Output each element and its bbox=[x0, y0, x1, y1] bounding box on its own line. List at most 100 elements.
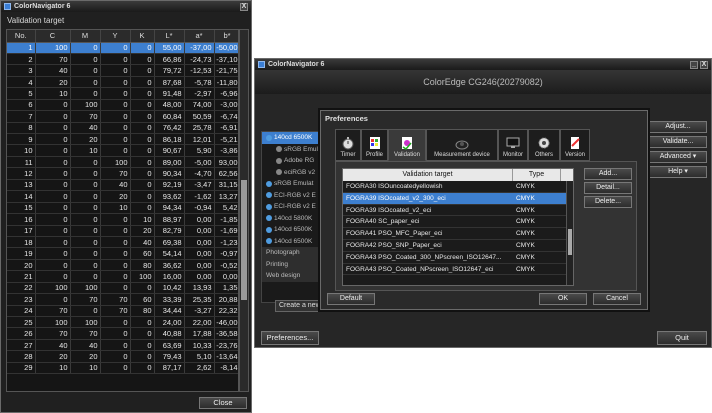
table-row[interactable]: 13 0 0 40 0 92,19 -3,47 31,15 bbox=[7, 179, 238, 192]
column-header[interactable]: M bbox=[70, 30, 101, 43]
column-header[interactable]: L* bbox=[154, 30, 185, 43]
table-row[interactable]: 19 0 0 0 60 54,14 0,00 -0,97 bbox=[7, 247, 238, 260]
close-icon[interactable]: X bbox=[240, 2, 248, 11]
table-cell: 94,34 bbox=[154, 202, 185, 215]
column-header[interactable]: a* bbox=[184, 30, 215, 43]
table-row[interactable]: 11 0 0 100 0 89,00 -5,00 93,00 bbox=[7, 156, 238, 169]
table-row[interactable]: 23 0 70 70 60 33,39 25,35 20,88 bbox=[7, 293, 238, 306]
column-header[interactable]: K bbox=[130, 30, 155, 43]
profile-list-item[interactable]: Printing bbox=[262, 258, 320, 270]
detail-button[interactable]: Detail... bbox=[584, 182, 632, 194]
table-row[interactable]: FOGRA41 PSO_MFC_Paper_eci CMYK bbox=[343, 228, 573, 240]
profile-list-item[interactable]: ECI-RGB v2 E bbox=[262, 190, 320, 202]
column-header-target[interactable]: Validation target bbox=[343, 169, 513, 181]
scrollbar-thumb[interactable] bbox=[568, 229, 572, 255]
quit-button[interactable]: Quit bbox=[657, 331, 707, 345]
table-row[interactable]: 21 0 0 0 100 16,00 0,00 0,00 bbox=[7, 270, 238, 283]
profile-list-item[interactable]: 140cd 6500K bbox=[262, 132, 320, 144]
column-header[interactable]: C bbox=[35, 30, 71, 43]
table-row[interactable]: 5 10 0 0 0 91,48 -2,97 -6,96 bbox=[7, 87, 238, 100]
scrollbar-thumb[interactable] bbox=[241, 180, 247, 300]
advanced-button[interactable]: Advanced ▾ bbox=[649, 151, 707, 163]
table-row[interactable]: 15 0 0 10 0 94,34 -0,94 5,42 bbox=[7, 202, 238, 215]
table-row[interactable]: 6 0 100 0 0 48,00 74,00 -3,00 bbox=[7, 99, 238, 112]
close-icon[interactable]: X bbox=[700, 60, 708, 69]
default-button[interactable]: Default bbox=[327, 293, 375, 305]
profile-list-item[interactable]: 140cd 6500K bbox=[262, 224, 320, 236]
table-cell: 0,00 bbox=[184, 247, 215, 260]
table-row[interactable]: 18 0 0 0 40 69,38 0,00 -1,23 bbox=[7, 236, 238, 249]
table-cell: 0,00 bbox=[184, 270, 215, 283]
tab-monitor[interactable]: Monitor bbox=[498, 129, 528, 161]
table-row[interactable]: 12 0 0 70 0 90,34 -4,70 62,56 bbox=[7, 167, 238, 180]
table-row[interactable]: 17 0 0 0 20 82,79 0,00 -1,69 bbox=[7, 225, 238, 237]
profile-list[interactable]: 140cd 6500K sRGB Emul Adobe RG eciRGB v2 sRG… bbox=[261, 131, 321, 303]
tab-others[interactable]: Others bbox=[528, 129, 560, 161]
table-row[interactable]: FOGRA40 SC_paper_eci CMYK bbox=[343, 216, 573, 229]
profile-list-item[interactable]: 140cd 6500K bbox=[262, 236, 320, 248]
table-cell: 6 bbox=[7, 99, 36, 112]
table-row[interactable]: FOGRA43 PSO_Coated_300_NPscreen_ISO12647… bbox=[343, 252, 573, 264]
table-row[interactable]: 10 0 10 0 0 90,67 5,90 -3,86 bbox=[7, 144, 238, 157]
table-row[interactable]: 7 0 70 0 0 60,84 50,59 -6,74 bbox=[7, 110, 238, 123]
create-new-button[interactable]: Create a new bbox=[275, 300, 325, 312]
table-row[interactable]: 1 100 0 0 0 55,00 -37,00 -50,00 bbox=[7, 42, 238, 54]
table-row[interactable]: FOGRA39 ISOcoated_v2_300_eci CMYK bbox=[343, 192, 573, 205]
profile-list-item[interactable]: Photograph bbox=[262, 247, 320, 259]
delete-button[interactable]: Delete... bbox=[584, 196, 632, 208]
main-window-titlebar[interactable]: ColorNavigator 6 _ X bbox=[255, 59, 711, 70]
table-cell: 63,69 bbox=[154, 339, 185, 352]
close-button[interactable]: Close bbox=[199, 397, 247, 409]
cancel-button[interactable]: Cancel bbox=[593, 293, 641, 305]
table-row[interactable]: 20 0 0 0 80 36,62 0,00 -0,52 bbox=[7, 259, 238, 272]
profile-list-item[interactable]: sRGB Emul bbox=[262, 144, 320, 156]
table-row[interactable]: 22 100 100 0 0 10,42 13,93 1,35 bbox=[7, 282, 238, 295]
profile-list-item[interactable]: eciRGB v2 bbox=[262, 167, 320, 179]
profile-list-item[interactable]: Adobe RG bbox=[262, 155, 320, 167]
table-row[interactable]: 28 20 20 0 0 79,43 5,10 -13,64 bbox=[7, 350, 238, 363]
tab-profile[interactable]: Profile bbox=[361, 129, 388, 161]
add-button[interactable]: Add... bbox=[584, 168, 632, 180]
target-table-scrollbar[interactable] bbox=[566, 181, 573, 285]
table-cell: 0 bbox=[130, 190, 155, 203]
table-row[interactable]: 2 70 0 0 0 66,86 -24,73 -37,10 bbox=[7, 53, 238, 66]
table-row[interactable]: 9 0 20 0 0 86,18 12,01 -5,21 bbox=[7, 133, 238, 146]
table-row[interactable]: FOGRA42 PSO_SNP_Paper_eci CMYK bbox=[343, 240, 573, 252]
tab-validation[interactable]: Validation bbox=[388, 129, 426, 161]
table-row[interactable]: 16 0 0 0 10 88,97 0,00 -1,85 bbox=[7, 213, 238, 226]
table-row[interactable]: 26 70 70 0 0 40,88 17,88 -36,58 bbox=[7, 327, 238, 340]
column-header[interactable]: Y bbox=[100, 30, 131, 43]
profile-list-item[interactable]: sRGB Emulat bbox=[262, 178, 320, 190]
table-row[interactable]: 29 10 10 0 0 87,17 2,62 -8,14 bbox=[7, 362, 238, 375]
table-row[interactable]: 25 100 100 0 0 24,00 22,00 -46,00 bbox=[7, 316, 238, 329]
table-cell: 70 bbox=[35, 53, 71, 66]
table-row[interactable]: 3 40 0 0 0 79,72 -12,53 -21,75 bbox=[7, 64, 238, 77]
profile-list-item[interactable]: Web design bbox=[262, 270, 320, 282]
validation-target-table[interactable]: Validation target Type FOGRA30 ISOuncoat… bbox=[342, 168, 574, 286]
window-titlebar[interactable]: ColorNavigator 6 X bbox=[1, 1, 251, 12]
tab-timer[interactable]: Timer bbox=[335, 129, 361, 161]
ok-button[interactable]: OK bbox=[539, 293, 587, 305]
preferences-button[interactable]: Preferences... bbox=[261, 331, 319, 345]
column-header-type[interactable]: Type bbox=[513, 169, 561, 181]
table-row[interactable]: FOGRA39 ISOcoated_v2_eci CMYK bbox=[343, 205, 573, 217]
table-row[interactable]: 24 70 0 70 80 34,44 -3,27 22,32 bbox=[7, 305, 238, 318]
profile-list-item[interactable]: ECI-RGB v2 E bbox=[262, 201, 320, 213]
column-header[interactable]: No. bbox=[7, 30, 36, 43]
minimize-icon[interactable]: _ bbox=[690, 60, 698, 69]
adjust-button[interactable]: Adjust... bbox=[649, 121, 707, 133]
table-row[interactable]: FOGRA43 PSO_Coated_NPscreen_ISO12647_eci… bbox=[343, 264, 573, 276]
table-row[interactable]: FOGRA30 ISOuncoatedyellowish CMYK bbox=[343, 181, 573, 193]
table-row[interactable]: 14 0 0 20 0 93,62 -1,62 13,27 bbox=[7, 190, 238, 203]
tab-version[interactable]: Version bbox=[560, 129, 590, 161]
help-button[interactable]: Help ▾ bbox=[649, 166, 707, 178]
profile-list-item[interactable]: 140cd 5800K bbox=[262, 213, 320, 225]
validate-button[interactable]: Validate... bbox=[649, 136, 707, 148]
tab-measurement-device[interactable]: Measurement device bbox=[426, 129, 498, 161]
table-row[interactable]: 4 20 0 0 0 87,68 -5,78 -11,80 bbox=[7, 76, 238, 89]
table-row[interactable]: 27 40 40 0 0 63,69 10,33 -23,76 bbox=[7, 339, 238, 352]
column-header[interactable]: b* bbox=[214, 30, 238, 43]
table-cell: 40 bbox=[70, 122, 101, 135]
table-row[interactable]: 8 0 40 0 0 76,42 25,78 -6,91 bbox=[7, 122, 238, 135]
table-scrollbar[interactable] bbox=[239, 29, 249, 392]
